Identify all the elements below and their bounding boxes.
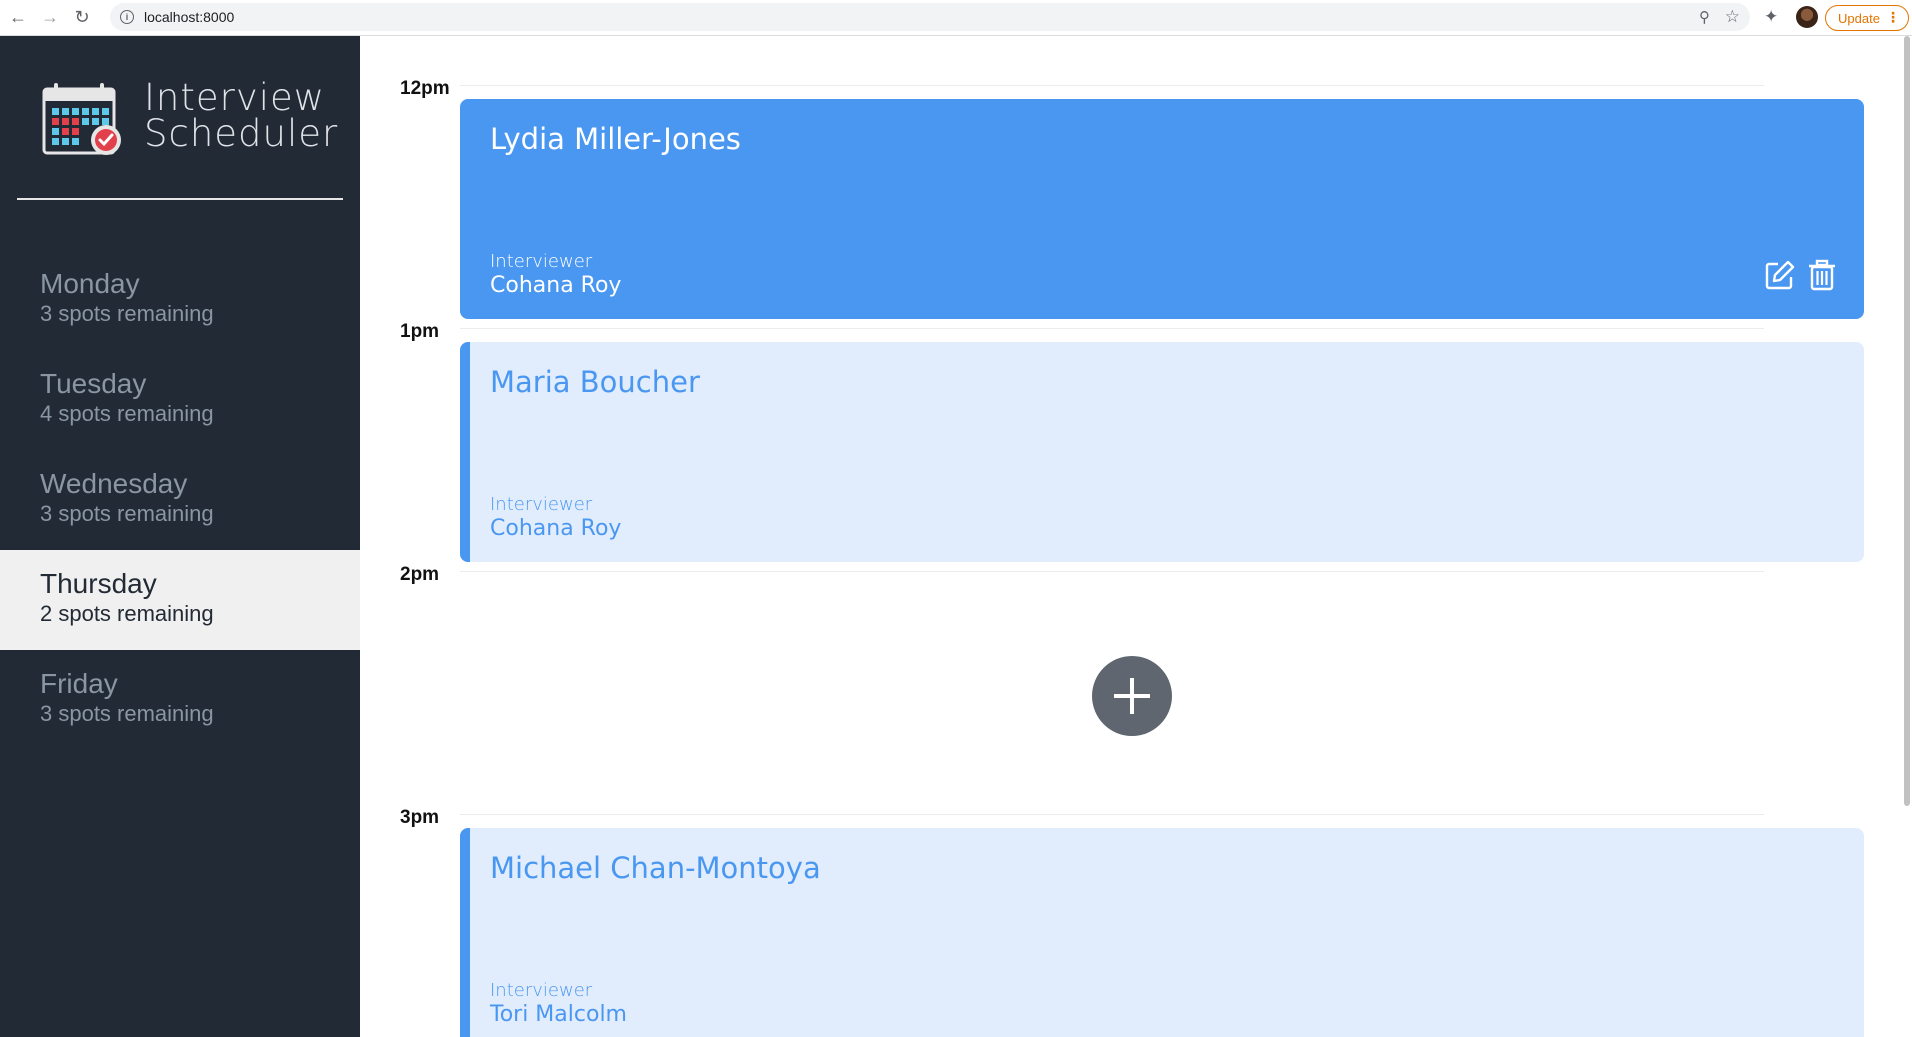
- delete-icon[interactable]: [1806, 259, 1838, 291]
- interviewer-label: Interviewer: [490, 494, 593, 515]
- day-item-monday[interactable]: Monday 3 spots remaining: [0, 250, 360, 350]
- student-name: Lydia Miller-Jones: [490, 122, 741, 156]
- slot-separator: [460, 85, 1764, 86]
- zoom-icon[interactable]: ⚲: [1699, 8, 1710, 26]
- interviewer-name: Cohana Roy: [490, 273, 622, 298]
- interviewer-name: Tori Malcolm: [490, 1002, 627, 1027]
- appointment-card[interactable]: Maria Boucher Interviewer Cohana Roy: [460, 342, 1864, 562]
- info-icon[interactable]: i: [120, 10, 134, 24]
- app-title-line2: Scheduler: [144, 112, 339, 155]
- slot-time: 12pm: [400, 78, 450, 99]
- schedule[interactable]: 12pm Lydia Miller-Jones Interviewer Coha…: [360, 36, 1912, 1037]
- extensions-icon[interactable]: ✦: [1764, 7, 1778, 27]
- day-item-thursday[interactable]: Thursday 2 spots remaining: [0, 550, 360, 650]
- slot-separator: [460, 328, 1764, 329]
- student-name: Michael Chan-Montoya: [490, 851, 821, 885]
- student-name: Maria Boucher: [490, 365, 700, 399]
- day-list: Monday 3 spots remaining Tuesday 4 spots…: [0, 250, 360, 750]
- slot-time: 3pm: [400, 807, 440, 828]
- slot-separator: [460, 814, 1764, 815]
- reload-icon[interactable]: ↻: [68, 4, 96, 32]
- day-spots: 3 spots remaining: [40, 501, 214, 526]
- day-item-friday[interactable]: Friday 3 spots remaining: [0, 650, 360, 750]
- more-icon[interactable]: ⋮: [1886, 9, 1900, 26]
- day-spots: 4 spots remaining: [40, 401, 214, 426]
- profile-avatar[interactable]: [1796, 6, 1818, 28]
- interviewer-label: Interviewer: [490, 980, 593, 1001]
- calendar-logo-icon: [42, 83, 121, 155]
- appointment-card-hover[interactable]: Lydia Miller-Jones Interviewer Cohana Ro…: [460, 99, 1864, 319]
- plus-icon: [1114, 678, 1150, 714]
- app-title: Interview Scheduler: [144, 76, 339, 155]
- day-name: Tuesday: [40, 368, 147, 399]
- add-appointment-button[interactable]: [1092, 656, 1172, 736]
- update-label: Update: [1838, 10, 1880, 26]
- sidebar: Interview Scheduler Monday 3 spots remai…: [0, 36, 360, 1037]
- scrollbar[interactable]: [1904, 36, 1910, 806]
- day-item-tuesday[interactable]: Tuesday 4 spots remaining: [0, 350, 360, 450]
- edit-icon[interactable]: [1764, 259, 1796, 291]
- back-icon[interactable]: ←: [4, 4, 32, 32]
- browser-toolbar: ← → ↻ i localhost:8000 ⚲ ☆ ✦ Update ⋮: [0, 0, 1912, 36]
- day-name: Thursday: [40, 568, 157, 599]
- day-item-wednesday[interactable]: Wednesday 3 spots remaining: [0, 450, 360, 550]
- appointment-actions: [1764, 259, 1838, 291]
- app-title-line1: Interview: [144, 76, 326, 119]
- address-url[interactable]: localhost:8000: [144, 9, 234, 25]
- slot-time: 2pm: [400, 564, 440, 585]
- update-button[interactable]: Update ⋮: [1825, 5, 1909, 31]
- day-name: Wednesday: [40, 468, 188, 499]
- slot-time: 1pm: [400, 321, 440, 342]
- day-name: Friday: [40, 668, 118, 699]
- address-bar[interactable]: i localhost:8000 ⚲ ☆: [110, 3, 1750, 31]
- day-name: Monday: [40, 268, 140, 299]
- appointment-card[interactable]: Michael Chan-Montoya Interviewer Tori Ma…: [460, 828, 1864, 1037]
- forward-icon[interactable]: →: [36, 4, 64, 32]
- day-spots: 3 spots remaining: [40, 301, 214, 326]
- star-icon[interactable]: ☆: [1725, 7, 1740, 27]
- interviewer-name: Cohana Roy: [490, 516, 622, 541]
- interviewer-label: Interviewer: [490, 251, 593, 272]
- slot-separator: [460, 571, 1764, 572]
- day-spots: 2 spots remaining: [40, 601, 214, 626]
- day-spots: 3 spots remaining: [40, 701, 214, 726]
- sidebar-divider: [17, 198, 343, 200]
